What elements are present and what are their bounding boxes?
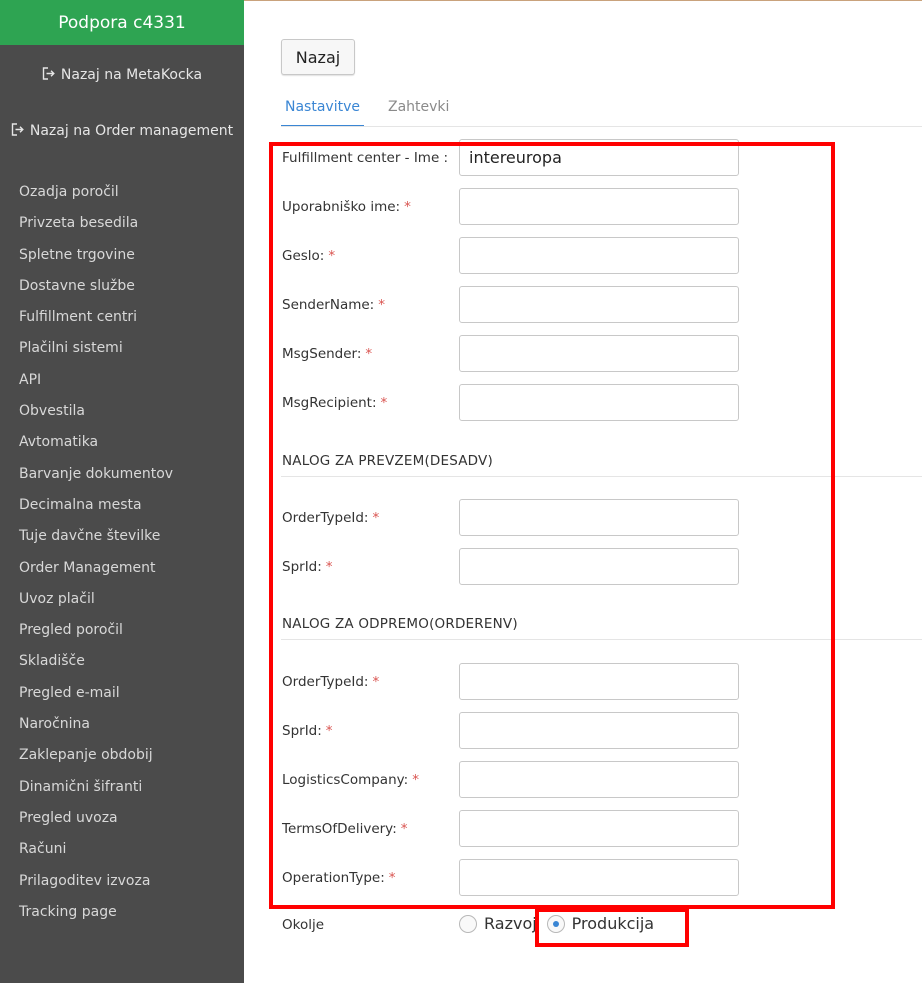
field-label: MsgSender: * (282, 345, 373, 362)
logistics-company-input[interactable] (459, 761, 739, 798)
sidebar-item-uvoz-placil[interactable]: Uvoz plačil (19, 588, 173, 619)
form-row-msg-recipient: MsgRecipient: * (282, 384, 739, 421)
sidebar-item-prilagoditev-izvoza[interactable]: Prilagoditev izvoza (19, 870, 173, 901)
sidebar-item-obvestila[interactable]: Obvestila (19, 400, 173, 431)
sidebar-item-fulfillment-centri[interactable]: Fulfillment centri (19, 306, 173, 337)
form-row-operation-type: OperationType: * (282, 859, 739, 896)
sign-out-icon (11, 122, 25, 140)
field-label: TermsOfDelivery: * (282, 820, 408, 837)
radio-circle-selected[interactable] (546, 914, 565, 933)
radio-label: Razvoj (484, 914, 537, 933)
sidebar-item-api[interactable]: API (19, 369, 173, 400)
desadv-order-type-id-input[interactable] (459, 499, 739, 536)
sidebar-item-tuje-davcne-stevilke[interactable]: Tuje davčne številke (19, 525, 173, 556)
form-row-msg-sender: MsgSender: * (282, 335, 739, 372)
tab-nastavitve[interactable]: Nastavitve (281, 97, 364, 127)
orderenv-spr-id-input[interactable] (459, 712, 739, 749)
sidebar-item-zaklepanje-obdobij[interactable]: Zaklepanje obdobij (19, 744, 173, 775)
terms-of-delivery-input[interactable] (459, 810, 739, 847)
back-to-metakocka-link[interactable]: Nazaj na MetaKocka (0, 64, 244, 86)
form-row-terms-of-delivery: TermsOfDelivery: * (282, 810, 739, 847)
sidebar-item-pregled-uvoza[interactable]: Pregled uvoza (19, 807, 173, 838)
sidebar: Podpora c4331 Nazaj na MetaKocka Nazaj n… (0, 0, 244, 983)
field-label: OrderTypeId: * (282, 509, 380, 526)
sidebar-item-avtomatika[interactable]: Avtomatika (19, 431, 173, 462)
sidebar-item-dostavne-sluzbe[interactable]: Dostavne službe (19, 275, 173, 306)
field-label: Fulfillment center - Ime : (282, 149, 449, 166)
sidebar-item-tracking-page[interactable]: Tracking page (19, 901, 173, 932)
radio-circle[interactable] (459, 914, 477, 933)
sign-out-icon (42, 66, 56, 84)
sidebar-item-pregled-porocil[interactable]: Pregled poročil (19, 619, 173, 650)
fulfillment-name-input[interactable] (459, 139, 739, 176)
sidebar-item-racuni[interactable]: Računi (19, 838, 173, 869)
form-row-sender-name: SenderName: * (282, 286, 739, 323)
sidebar-item-spletne-trgovine[interactable]: Spletne trgovine (19, 244, 173, 275)
field-label: Uporabniško ime: * (282, 198, 411, 215)
field-label: MsgRecipient: * (282, 394, 388, 411)
msg-sender-input[interactable] (459, 335, 739, 372)
field-label: OrderTypeId: * (282, 673, 380, 690)
sidebar-item-dinamicni-sifranti[interactable]: Dinamični šifranti (19, 776, 173, 807)
back-to-metakocka-label: Nazaj na MetaKocka (60, 67, 203, 83)
form-row-desadv-order-type-id: OrderTypeId: * (282, 499, 739, 536)
form-row-desadv-spr-id: SprId: * (282, 548, 739, 585)
password-input[interactable] (459, 237, 739, 274)
form-row-logistics-company: LogisticsCompany: * (282, 761, 739, 798)
radio-label: Produkcija (571, 914, 655, 933)
form-row-orderenv-spr-id: SprId: * (282, 712, 739, 749)
environment-label: Okolje (282, 917, 325, 933)
back-button[interactable]: Nazaj (281, 39, 355, 75)
section-divider (281, 639, 922, 640)
form-row-orderenv-order-type-id: OrderTypeId: * (282, 663, 739, 700)
orderenv-order-type-id-input[interactable] (459, 663, 739, 700)
sidebar-menu: Ozadja poročil Privzeta besedila Spletne… (19, 181, 173, 932)
sidebar-item-placilni-sistemi[interactable]: Plačilni sistemi (19, 337, 173, 368)
form-row-username: Uporabniško ime: * (282, 188, 739, 225)
section-title-desadv: NALOG ZA PREVZEM(DESADV) (282, 453, 493, 469)
form-row-fulfillment-name: Fulfillment center - Ime : (282, 139, 739, 176)
field-label: Geslo: * (282, 247, 336, 264)
back-to-order-management-link[interactable]: Nazaj na Order management (0, 120, 244, 142)
field-label: SenderName: * (282, 296, 385, 313)
tab-zahtevki[interactable]: Zahtevki (384, 97, 453, 127)
tabs-divider (281, 126, 922, 127)
sidebar-item-ozadja-porocil[interactable]: Ozadja poročil (19, 181, 173, 212)
field-label: LogisticsCompany: * (282, 771, 419, 788)
field-label: SprId: * (282, 558, 333, 575)
desadv-spr-id-input[interactable] (459, 548, 739, 585)
field-label: OperationType: * (282, 869, 396, 886)
sidebar-item-barvanje-dokumentov[interactable]: Barvanje dokumentov (19, 463, 173, 494)
sidebar-item-decimalna-mesta[interactable]: Decimalna mesta (19, 494, 173, 525)
environment-radio-group: Razvoj Produkcija (459, 914, 664, 933)
section-divider (281, 476, 922, 477)
form-row-environment: Okolje (282, 917, 459, 933)
field-label: SprId: * (282, 722, 333, 739)
section-title-orderenv: NALOG ZA ODPREMO(ORDERENV) (282, 616, 518, 632)
tabs: Nastavitve Zahtevki (281, 97, 453, 127)
main-content: Nazaj Nastavitve Zahtevki Fulfillment ce… (244, 0, 922, 983)
form-row-password: Geslo: * (282, 237, 739, 274)
operation-type-input[interactable] (459, 859, 739, 896)
sidebar-item-skladisce[interactable]: Skladišče (19, 650, 173, 681)
sidebar-header: Podpora c4331 (0, 0, 244, 45)
msg-recipient-input[interactable] (459, 384, 739, 421)
sidebar-item-order-management[interactable]: Order Management (19, 557, 173, 588)
radio-razvoj[interactable]: Razvoj (459, 914, 537, 933)
sender-name-input[interactable] (459, 286, 739, 323)
radio-produkcija[interactable]: Produkcija (546, 914, 655, 933)
username-input[interactable] (459, 188, 739, 225)
sidebar-item-privzeta-besedila[interactable]: Privzeta besedila (19, 212, 173, 243)
back-to-order-management-label: Nazaj na Order management (29, 123, 234, 139)
sidebar-item-pregled-email[interactable]: Pregled e-mail (19, 682, 173, 713)
sidebar-item-narocnina[interactable]: Naročnina (19, 713, 173, 744)
